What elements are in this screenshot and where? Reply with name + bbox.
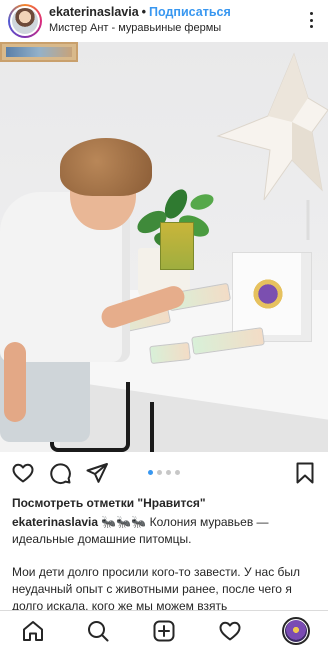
person-arm bbox=[4, 342, 26, 422]
post-caption: ekaterinaslavia 🐜🐜🐜 Колония муравьев — и… bbox=[12, 514, 320, 615]
person-hair bbox=[60, 138, 152, 196]
caption-paragraph: Мои дети долго просили кого-то завести. … bbox=[12, 565, 301, 613]
more-vertical-icon[interactable] bbox=[304, 10, 318, 30]
carousel-dot bbox=[175, 470, 180, 475]
caption-emoji: 🐜🐜🐜 bbox=[101, 515, 147, 529]
paper-star-lamp bbox=[216, 52, 328, 240]
carousel-dot bbox=[166, 470, 171, 475]
action-bar bbox=[0, 454, 328, 490]
bookmark-icon[interactable] bbox=[293, 461, 317, 485]
post-header-text: ekaterinaslavia • Подписаться Мистер Ант -… bbox=[49, 5, 231, 35]
post-photo[interactable] bbox=[0, 42, 328, 452]
product-box bbox=[232, 252, 312, 342]
user-avatar[interactable] bbox=[8, 4, 42, 38]
search-icon[interactable] bbox=[86, 619, 110, 643]
separator-dot: • bbox=[141, 5, 147, 19]
send-icon[interactable] bbox=[85, 461, 109, 485]
caption-username[interactable]: ekaterinaslavia bbox=[12, 515, 98, 529]
new-post-icon[interactable] bbox=[152, 619, 176, 643]
comment-icon[interactable] bbox=[48, 461, 72, 485]
table-leg bbox=[150, 402, 154, 452]
wall-picture bbox=[0, 42, 78, 62]
bottom-navigation bbox=[0, 610, 328, 650]
heart-icon[interactable] bbox=[11, 461, 35, 485]
carousel-dot-active bbox=[148, 470, 153, 475]
follow-button[interactable]: Подписаться bbox=[149, 5, 231, 19]
username-link[interactable]: ekaterinaslavia bbox=[49, 5, 139, 19]
activity-heart-icon[interactable] bbox=[218, 619, 242, 643]
post-header: ekaterinaslavia • Подписаться Мистер Ант -… bbox=[0, 0, 328, 40]
location-link[interactable]: Мистер Ант - муравьиные фермы bbox=[49, 21, 231, 35]
home-icon[interactable] bbox=[21, 619, 45, 643]
product-booklet bbox=[160, 222, 194, 270]
profile-avatar[interactable] bbox=[282, 617, 310, 645]
carousel-dot bbox=[157, 470, 162, 475]
carousel-indicator bbox=[148, 470, 180, 475]
view-likes-link[interactable]: Посмотреть отметки "Нравится" bbox=[12, 496, 206, 510]
